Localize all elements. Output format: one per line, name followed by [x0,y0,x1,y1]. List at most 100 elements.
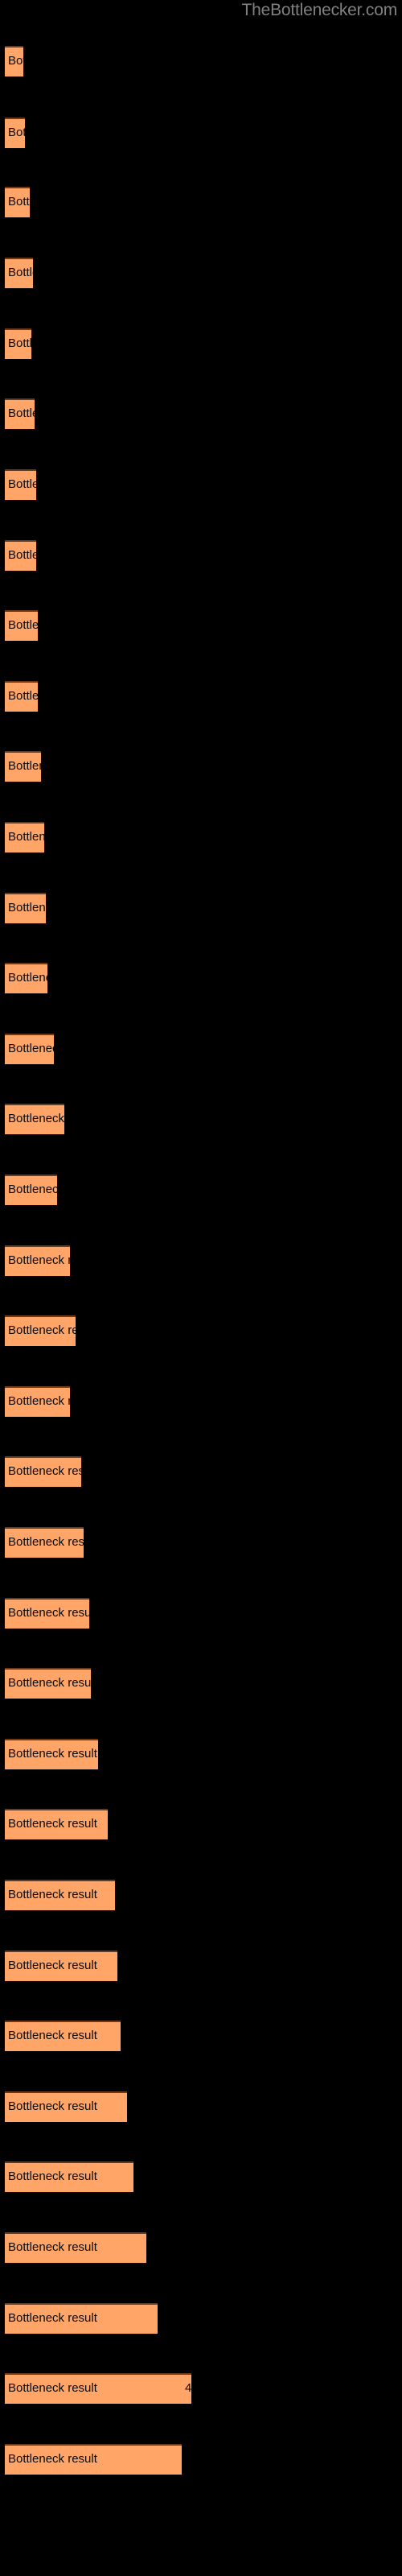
bar-row: Bottleneck result [5,1034,54,1064]
bar-clip: Bottleneck result [5,398,35,429]
bar-row: Bottleneck result [5,1880,115,1910]
bar-clip: Bottleneck result [5,2303,158,2334]
bar[interactable] [5,2161,133,2192]
bar-row: Bottleneck result [5,1315,76,1346]
bar[interactable] [5,1598,89,1629]
bar[interactable] [5,893,46,923]
bar-row: Bottleneck result [5,2232,146,2263]
bar-row: Bottleneck result [5,258,33,288]
bottleneck-bar-chart: TheBottlenecker.com Bottleneck resultBot… [0,0,402,2576]
bar[interactable] [5,822,44,852]
bar-row: Bottleneck result [5,610,38,641]
bar[interactable] [5,2303,158,2334]
bar-row: Bottleneck result [5,2091,127,2122]
bar-row: Bottleneck result [5,1598,89,1629]
bar-row: Bottleneck result [5,398,35,429]
bar[interactable] [5,1386,70,1417]
bar-clip: Bottleneck result [5,1668,91,1699]
bar-row: Bottleneck result [5,681,38,712]
bar[interactable] [5,2232,146,2263]
bar-row: Bottleneck result [5,1386,70,1417]
bar-row: Bottleneck result [5,1951,117,1981]
bar[interactable] [5,1880,115,1910]
bar-clip: Bottleneck result [5,540,36,571]
bar[interactable] [5,469,36,500]
bar[interactable] [5,1668,91,1699]
bar-row: Bottleneck result [5,963,47,993]
bar-clip: Bottleneck result [5,2021,121,2051]
bar[interactable] [5,1104,64,1134]
bar-clip: Bottleneck result [5,963,47,993]
bar-clip: Bottleneck result [5,1315,76,1346]
bar[interactable] [5,751,41,782]
bar-clip: Bottleneck result [5,1598,89,1629]
bar-clip: Bottleneck result [5,258,33,288]
bar-row: Bottleneck result [5,1456,81,1487]
bar-row: Bottleneck result [5,822,44,852]
bar[interactable] [5,1245,70,1276]
bar-row: Bottleneck result [5,2021,121,2051]
bar-row: Bottleneck result [5,187,30,217]
bar-clip: Bottleneck result [5,1104,64,1134]
bar[interactable] [5,118,25,148]
bar-row: Bottleneck result [5,540,36,571]
bar-clip: Bottleneck result [5,1034,54,1064]
bar[interactable] [5,187,30,217]
bar-clip: Bottleneck result [5,751,41,782]
bar-clip: Bottleneck result [5,2161,133,2192]
bar-row: Bottleneck result [5,1668,91,1699]
bar[interactable] [5,328,31,359]
bar[interactable] [5,610,38,641]
bar-clip: Bottleneck result [5,2091,127,2122]
bars-layer: Bottleneck result Bottleneck result Bottle… [0,0,402,2576]
bar-clip: Bottleneck result [5,610,38,641]
bar-clip: Bottleneck result [5,1245,70,1276]
bar-row: Bottleneck result [5,1739,98,1769]
bar-clip: Bottleneck result [5,1386,70,1417]
bar[interactable] [5,2444,182,2475]
bar-clip: Bottleneck result [5,1527,84,1558]
bar-clip: Bottleneck result [5,1951,117,1981]
bar[interactable] [5,2373,191,2404]
bar[interactable] [5,2021,121,2051]
bar-clip: Bottleneck result [5,681,38,712]
bar-row: Bottleneck result [5,1174,57,1205]
bar-clip: Bottleneck result [5,1174,57,1205]
bar-row: Bottleneck result [5,469,36,500]
bar-row: Bottleneck result [5,328,31,359]
bar[interactable] [5,1174,57,1205]
bar-clip: Bottleneck result [5,118,25,148]
bar[interactable] [5,1809,108,1839]
bar[interactable] [5,540,36,571]
bar-clip: Bottleneck result [5,328,31,359]
bar-row: Bottleneck result [5,1245,70,1276]
bar-row: Bottleneck result [5,1104,64,1134]
bar[interactable] [5,1527,84,1558]
bar-row: Bottleneck result [5,1809,108,1839]
bar-row: Bottleneck result [5,2303,158,2334]
bar-row: Bottleneck result [5,893,46,923]
bar[interactable] [5,1034,54,1064]
bar-clip: Bottleneck result [5,1456,81,1487]
bar[interactable] [5,681,38,712]
bar[interactable] [5,1315,76,1346]
bar-row: Bottleneck result [5,46,23,76]
bar-row: Bottleneck result [5,2444,182,2475]
bar-clip: Bottleneck result [5,469,36,500]
bar[interactable] [5,1739,98,1769]
bar-clip: Bottleneck result [5,46,23,76]
bar-clip: Bottleneck result [5,1809,108,1839]
bar[interactable] [5,2091,127,2122]
bar-clip: Bottleneck result [5,893,46,923]
bar-clip: Bottleneck result [5,2373,191,2404]
bar-row: Bottleneck result 4 [5,2373,191,2404]
bar[interactable] [5,258,33,288]
bar[interactable] [5,46,23,76]
bar-row: Bottleneck result [5,1527,84,1558]
bar[interactable] [5,963,47,993]
bar[interactable] [5,1951,117,1981]
bar[interactable] [5,398,35,429]
bar[interactable] [5,1456,81,1487]
bar-clip: Bottleneck result [5,2232,146,2263]
bar-row: Bottleneck result [5,751,41,782]
